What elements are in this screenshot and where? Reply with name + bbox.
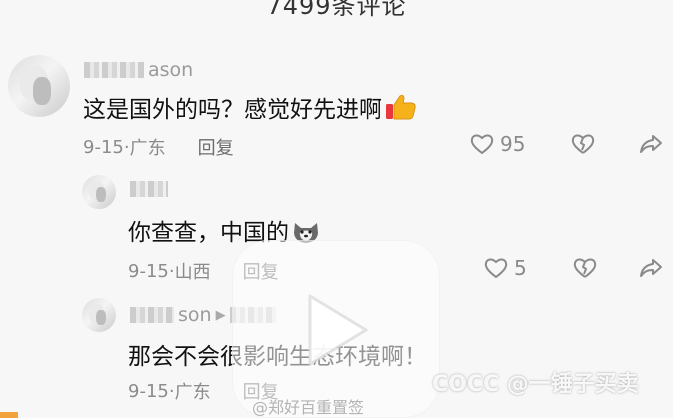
comment-date: 9-15: [128, 380, 169, 402]
commenter-name[interactable]: [130, 181, 172, 197]
comment-meta: 9-15·广东 回复: [83, 134, 234, 160]
comment-actions: 95: [470, 132, 663, 156]
comment-location: 广东: [174, 382, 211, 403]
share-arrow-icon[interactable]: [639, 133, 663, 155]
heart-icon: [484, 257, 508, 279]
share-arrow-icon[interactable]: [639, 257, 663, 279]
dislike-broken-heart-icon[interactable]: [571, 133, 595, 155]
comment-location: 广东: [129, 138, 166, 159]
play-icon: [308, 294, 368, 366]
like-count: 95: [500, 132, 526, 156]
video-play-overlay[interactable]: [232, 240, 440, 418]
name-suffix: ason: [148, 59, 194, 81]
reply-arrow-icon: ▶: [215, 307, 226, 323]
watermark: COCC @一锤子买卖: [432, 372, 639, 397]
comment-actions: 5: [484, 256, 663, 280]
like-button[interactable]: 5: [484, 256, 527, 280]
heart-icon: [470, 133, 494, 155]
name-suffix: son: [178, 304, 212, 326]
comment-text: 这是国外的吗？感觉好先进啊: [83, 90, 417, 124]
comment-location: 山西: [174, 262, 211, 283]
reply-button[interactable]: 回复: [198, 134, 234, 160]
dislike-broken-heart-icon[interactable]: [573, 257, 597, 279]
like-button[interactable]: 95: [470, 132, 525, 156]
comment-text-body: 这是国外的吗？感觉好先进啊: [83, 97, 382, 123]
avatar[interactable]: [8, 55, 70, 117]
comment-date: 9-15: [128, 260, 169, 282]
avatar[interactable]: [82, 175, 116, 209]
comment-count-title: 7499条评论: [266, 0, 407, 20]
like-count: 5: [514, 256, 527, 280]
avatar[interactable]: [82, 298, 116, 332]
thumbs-up-icon: [385, 93, 417, 121]
comment-date: 9-15: [83, 136, 124, 158]
commenter-name[interactable]: ason: [84, 59, 193, 81]
watermark-secondary: @郑好百重置签: [252, 398, 365, 417]
accent-bar: [0, 412, 18, 418]
